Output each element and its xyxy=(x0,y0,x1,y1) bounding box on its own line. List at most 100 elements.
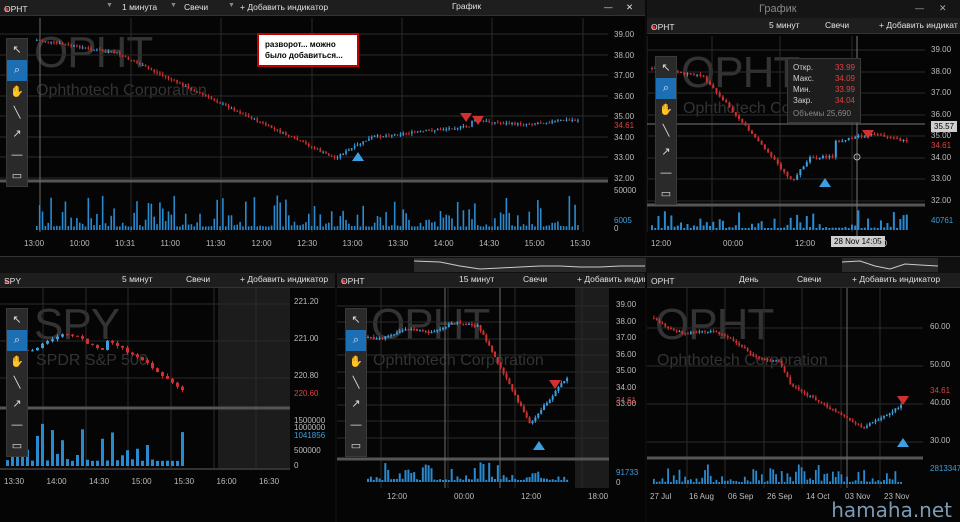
volume-bar xyxy=(728,226,731,230)
x-tick-label: 14:00 xyxy=(46,477,67,486)
volume-bar xyxy=(857,471,860,484)
rect-icon[interactable]: ▭ xyxy=(7,165,27,186)
volume-bar xyxy=(574,204,576,230)
volume-bar xyxy=(857,210,860,230)
price-chart[interactable] xyxy=(337,272,645,522)
volume-bar xyxy=(106,460,109,466)
candle xyxy=(365,140,367,142)
candle xyxy=(308,143,310,147)
volume-bar xyxy=(699,218,702,230)
chart-panel-opht-5m[interactable]: График — ✕ ● OPHT 5 минут Свечи + Добави… xyxy=(647,0,960,258)
candle xyxy=(459,321,462,324)
volume-bar xyxy=(482,226,485,230)
candle xyxy=(202,93,204,95)
line-icon[interactable]: ╲ xyxy=(656,120,676,141)
volume-bar xyxy=(76,454,79,466)
volume-bar xyxy=(146,445,149,466)
candle xyxy=(686,73,689,75)
price-chart[interactable] xyxy=(647,272,960,522)
y-tick-label: 32.00 xyxy=(931,195,952,205)
last-price-label: 220.60 xyxy=(294,389,319,398)
volume-bar xyxy=(465,475,468,482)
candle xyxy=(370,136,373,139)
candle xyxy=(428,130,430,132)
zoom-icon[interactable]: ⌕ xyxy=(7,60,27,81)
volume-bar xyxy=(124,225,127,230)
volume-bar xyxy=(543,478,546,482)
candle xyxy=(511,122,513,125)
volume-bar xyxy=(738,212,741,230)
candle xyxy=(896,137,899,139)
line-icon[interactable]: ╲ xyxy=(7,372,27,393)
candle xyxy=(450,323,453,325)
candle xyxy=(548,122,551,124)
volume-bar xyxy=(427,465,430,482)
price-chart[interactable] xyxy=(647,0,960,258)
candle xyxy=(766,358,769,361)
candle xyxy=(293,136,296,138)
line-icon[interactable]: ╲ xyxy=(7,102,27,123)
arrow-icon[interactable]: ↖ xyxy=(346,309,366,330)
ray-icon[interactable]: ↗ xyxy=(7,123,27,144)
zoom-icon[interactable]: ⌕ xyxy=(7,330,27,351)
hand-icon[interactable]: ✋ xyxy=(7,351,27,372)
ray-icon[interactable]: ↗ xyxy=(656,141,676,162)
navigator-window[interactable] xyxy=(414,258,646,272)
zoom-icon[interactable]: ⌕ xyxy=(346,330,366,351)
volume-bar xyxy=(776,227,779,230)
volume-bar xyxy=(90,218,92,230)
hline-icon[interactable]: — xyxy=(7,144,27,165)
candle xyxy=(505,123,508,125)
volume-bar xyxy=(451,218,453,230)
candle xyxy=(322,151,324,153)
hline-icon[interactable]: — xyxy=(7,414,27,435)
line-icon[interactable]: ╲ xyxy=(346,372,366,393)
volume-bar xyxy=(721,476,723,484)
hand-icon[interactable]: ✋ xyxy=(656,99,676,120)
candle xyxy=(496,356,499,364)
volume-bar xyxy=(328,222,330,230)
candle xyxy=(207,95,210,97)
chart-panel-spy-5m[interactable]: ● SPY 5 минут Свечи + Добавить индикатор… xyxy=(0,272,335,522)
volume-bar xyxy=(176,226,178,230)
y-tick-label: 37.00 xyxy=(931,88,952,97)
volume-bar xyxy=(273,205,276,230)
hand-icon[interactable]: ✋ xyxy=(7,81,27,102)
rect-icon[interactable]: ▭ xyxy=(656,183,676,204)
hline-icon[interactable]: — xyxy=(346,414,366,435)
candle xyxy=(704,331,706,333)
volume-bar xyxy=(47,222,50,230)
volume-bar xyxy=(741,481,743,484)
volume-bar xyxy=(98,225,101,230)
ray-icon[interactable]: ↗ xyxy=(346,393,366,414)
volume-bar xyxy=(167,211,170,230)
x-tick-label: 11:30 xyxy=(206,239,226,248)
ray-icon[interactable]: ↗ xyxy=(7,393,27,414)
arrow-icon[interactable]: ↖ xyxy=(7,39,27,60)
chart-panel-opht-day[interactable]: OPHT День Свечи + Добавить индикатор OPH… xyxy=(647,272,960,522)
chart-panel-opht-1m[interactable]: ● OPHT ▼ 1 минута ▼ Свечи ▼ + Добавить и… xyxy=(0,0,645,258)
volume-bar xyxy=(802,227,805,230)
candle xyxy=(560,383,563,388)
annotation-note[interactable]: разворот... можно было добавиться... xyxy=(257,33,359,67)
volume-bar xyxy=(769,468,772,484)
navigator-strip[interactable] xyxy=(0,256,960,273)
candle xyxy=(718,332,721,335)
hline-icon[interactable]: — xyxy=(656,162,676,183)
candle xyxy=(182,83,184,87)
candle xyxy=(161,74,164,76)
candle xyxy=(689,331,692,334)
x-tick-label: 14:00 xyxy=(433,239,454,248)
arrow-icon[interactable]: ↖ xyxy=(7,309,27,330)
rect-icon[interactable]: ▭ xyxy=(7,435,27,456)
volume-bar xyxy=(431,222,433,230)
arrow-icon[interactable]: ↖ xyxy=(656,57,676,78)
zoom-icon[interactable]: ⌕ xyxy=(656,78,676,99)
volume-bar xyxy=(851,481,854,484)
candle xyxy=(860,135,863,137)
hand-icon[interactable]: ✋ xyxy=(346,351,366,372)
chart-panel-opht-15m[interactable]: ● OPHT 15 минут Свечи + Добавить индикат… xyxy=(337,272,645,522)
y-tick-label: 33.00 xyxy=(614,153,635,162)
volume-bar xyxy=(71,460,74,466)
rect-icon[interactable]: ▭ xyxy=(346,435,366,456)
